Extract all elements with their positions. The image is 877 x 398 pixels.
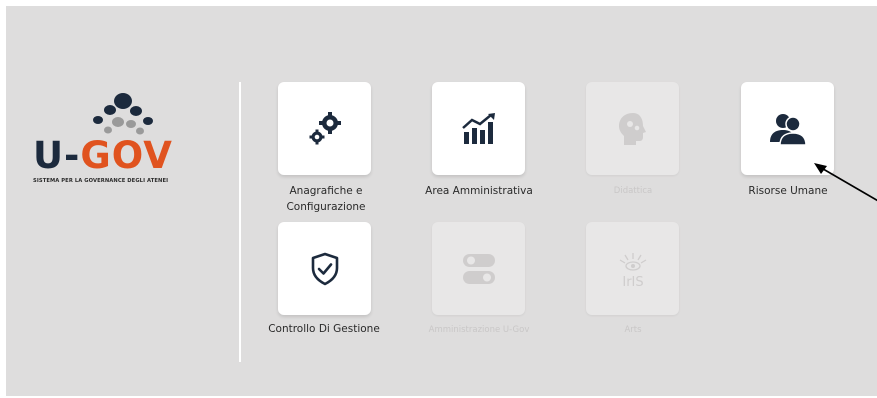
tile-arts-label: Arts — [624, 325, 642, 335]
users-icon — [769, 113, 807, 146]
gears-icon — [309, 111, 341, 144]
tile-amministrazione-ugov-label: Amministrazione U-Gov — [428, 325, 530, 335]
bar-chart-trend-icon — [461, 112, 495, 144]
iris-logo-icon: IrIS — [619, 252, 646, 289]
svg-text:IrIS: IrIS — [622, 275, 643, 289]
vertical-divider — [239, 82, 241, 362]
tile-didattica-label: Didattica — [613, 186, 653, 196]
annotation-arrow — [814, 163, 877, 202]
tile-controllo-di-gestione[interactable] — [278, 222, 371, 315]
logo-tagline: SISTEMA PER LA GOVERNANCE DEGLI ATENEI — [33, 178, 169, 184]
tile-didattica[interactable] — [586, 82, 679, 175]
tile-controllo-di-gestione-label: Controllo Di Gestione — [268, 323, 380, 335]
head-gears-icon — [618, 112, 646, 145]
tile-anagrafiche-label: Anagrafiche e Configurazione — [286, 185, 366, 213]
ugov-logo: U-GOV SISTEMA PER LA GOVERNANCE DEGLI AT… — [33, 92, 183, 202]
tile-arts[interactable]: IrIS — [586, 222, 679, 315]
logo-dots-icon — [93, 93, 153, 135]
logo-wordmark: U-GOV — [33, 134, 173, 177]
tile-area-amministrativa-label: Area Amministrativa — [425, 185, 533, 197]
shield-check-icon — [311, 252, 338, 285]
tile-anagrafiche[interactable] — [278, 82, 371, 175]
tile-area-amministrativa[interactable] — [432, 82, 525, 175]
tile-amministrazione-ugov[interactable] — [432, 222, 525, 315]
toggles-icon — [462, 253, 495, 284]
